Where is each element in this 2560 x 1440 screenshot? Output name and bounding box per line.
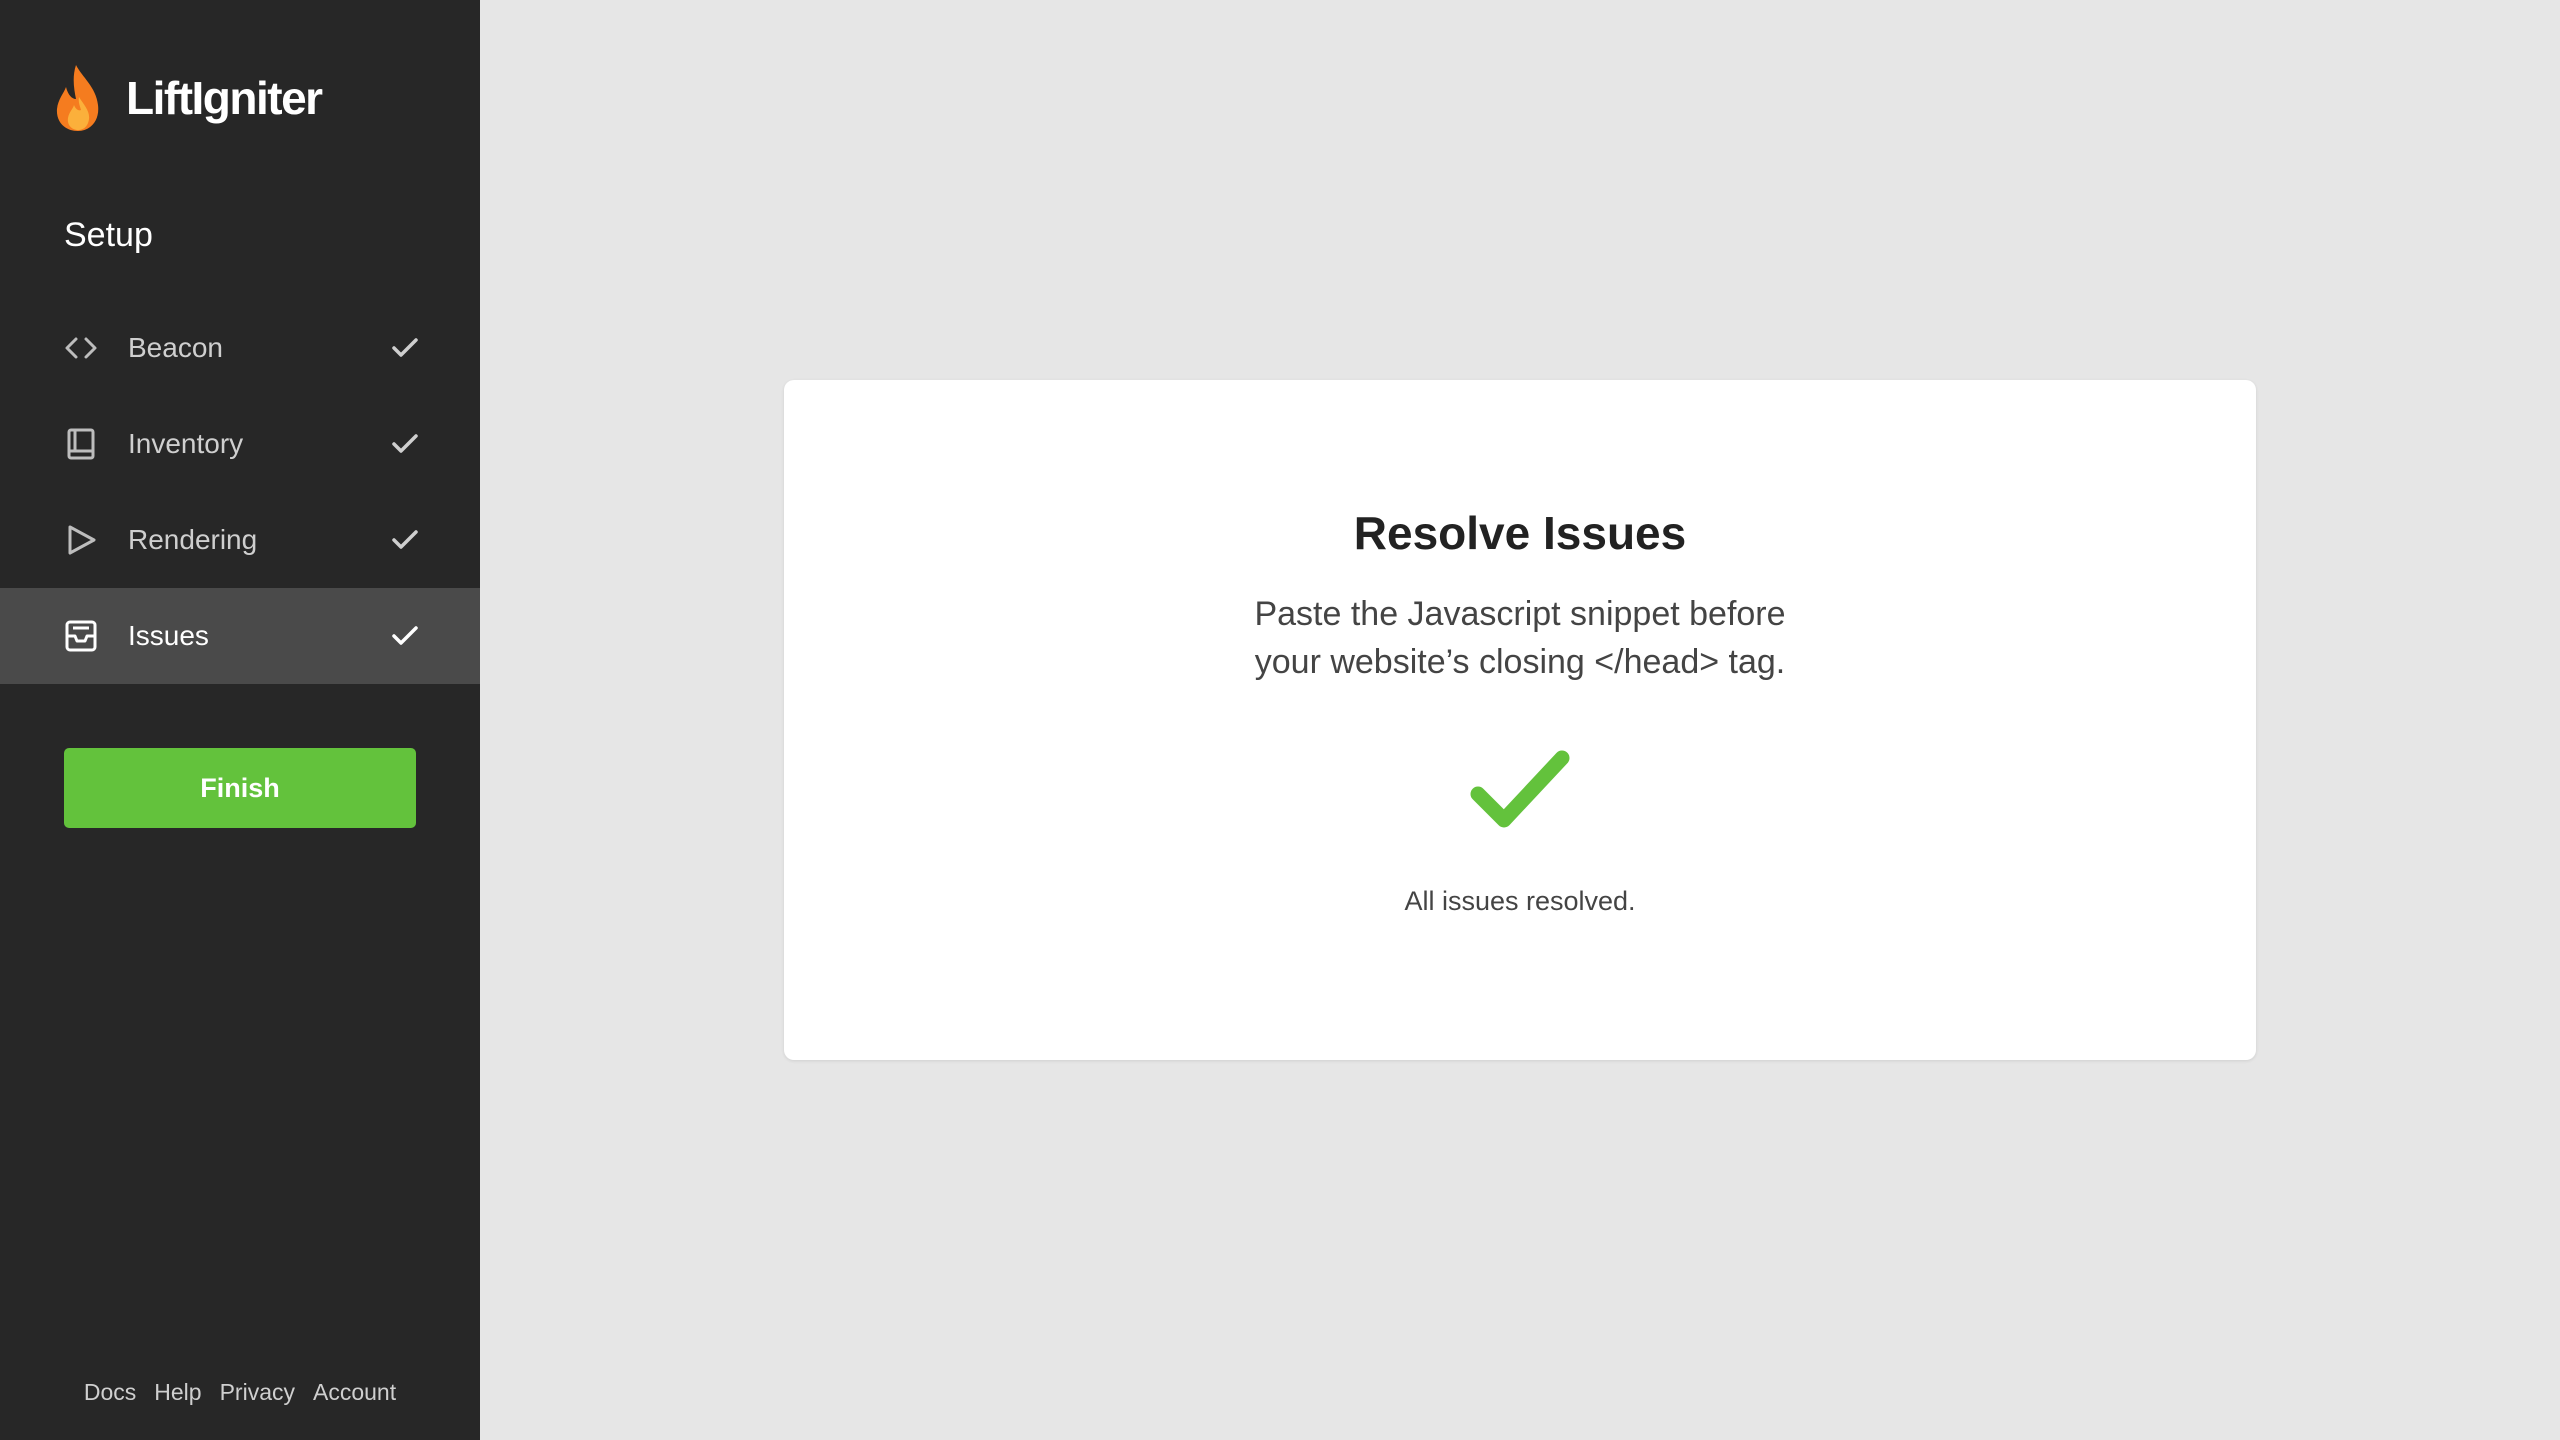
footer-link-privacy[interactable]: Privacy [220, 1379, 295, 1406]
status-text: All issues resolved. [1404, 886, 1636, 916]
nav-item-inventory[interactable]: Inventory [0, 396, 480, 492]
card-description-line: Paste the Javascript snippet before [1254, 595, 1786, 633]
nav-item-rendering[interactable]: Rendering [0, 492, 480, 588]
flame-icon [52, 63, 104, 133]
nav-item-label: Beacon [128, 332, 223, 363]
check-icon [390, 332, 420, 362]
check-icon [390, 524, 420, 554]
check-icon [390, 428, 420, 458]
card-description-line: your website’s closing </head> tag. [1254, 643, 1786, 681]
footer-link-docs[interactable]: Docs [84, 1379, 136, 1406]
nav-item-label: Inventory [128, 428, 244, 459]
section-title: Setup [64, 216, 153, 254]
card-description: Paste the Javascript snippet before your… [784, 590, 2256, 686]
check-icon [390, 620, 420, 650]
app-root: LiftIgniter Setup Beacon Inventory Rende… [0, 0, 2560, 1440]
brand-name: LiftIgniter [126, 72, 323, 124]
checkmark-icon [1468, 748, 1572, 834]
footer-link-account[interactable]: Account [313, 1379, 396, 1406]
nav-item-label: Rendering [128, 524, 258, 555]
inbox-icon [64, 619, 98, 653]
nav-item-issues[interactable]: Issues [0, 588, 480, 684]
nav-item-beacon[interactable]: Beacon [0, 300, 480, 396]
finish-button[interactable]: Finish [64, 748, 416, 828]
card-title: Resolve Issues [1353, 507, 1687, 559]
book-icon [64, 427, 98, 461]
resolve-issues-card: Resolve Issues Paste the Javascript snip… [784, 380, 2256, 1060]
play-icon [64, 523, 98, 557]
setup-nav: Beacon Inventory Rendering Issues [0, 300, 480, 684]
footer-links: Docs Help Privacy Account [0, 1379, 480, 1406]
brand-logo[interactable]: LiftIgniter [52, 62, 323, 134]
code-icon [64, 331, 98, 365]
footer-link-help[interactable]: Help [154, 1379, 201, 1406]
nav-item-label: Issues [128, 620, 209, 651]
sidebar: LiftIgniter Setup Beacon Inventory Rende… [0, 0, 480, 1440]
